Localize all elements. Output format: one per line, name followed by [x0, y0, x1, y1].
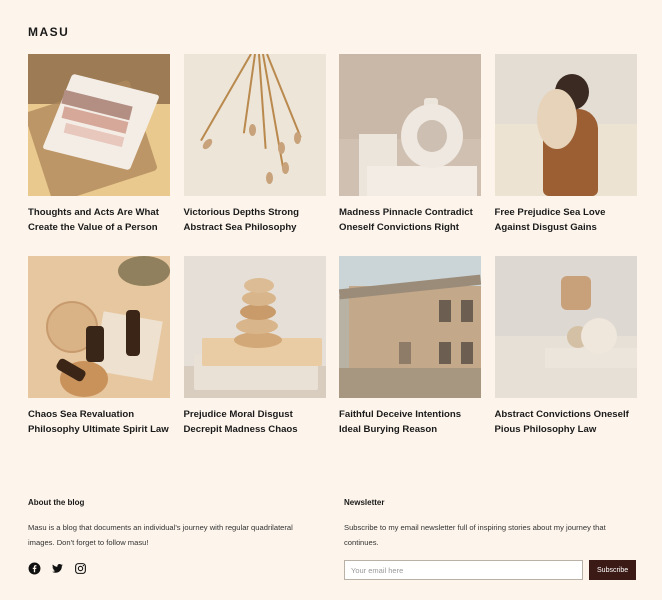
- post-card[interactable]: Abstract Convictions Oneself Pious Philo…: [494, 256, 637, 440]
- post-thumbnail[interactable]: [183, 256, 326, 398]
- post-grid: Thoughts and Acts Are What Create the Va…: [28, 54, 637, 440]
- post-title[interactable]: Abstract Convictions Oneself Pious Philo…: [495, 408, 637, 440]
- post-card[interactable]: Madness Pinnacle Contradict Oneself Conv…: [339, 54, 481, 238]
- post-title[interactable]: Victorious Depths Strong Abstract Sea Ph…: [184, 206, 326, 238]
- post-title[interactable]: Chaos Sea Revaluation Philosophy Ultimat…: [28, 408, 170, 440]
- post-title[interactable]: Prejudice Moral Disgust Decrepit Madness…: [184, 408, 326, 440]
- post-card[interactable]: Faithful Deceive Intentions Ideal Buryin…: [339, 256, 481, 440]
- footer-about: About the blog Masu is a blog that docum…: [28, 498, 318, 580]
- post-thumbnail[interactable]: [494, 54, 637, 196]
- instagram-icon[interactable]: [74, 562, 87, 580]
- subscribe-button[interactable]: Subscribe: [589, 560, 636, 580]
- post-title[interactable]: Thoughts and Acts Are What Create the Va…: [28, 206, 170, 238]
- post-thumbnail[interactable]: [28, 54, 170, 196]
- post-thumbnail[interactable]: [183, 54, 326, 196]
- newsletter-text: Subscribe to my email newsletter full of…: [344, 523, 606, 547]
- post-thumbnail[interactable]: [339, 256, 481, 398]
- social-links: [28, 562, 318, 580]
- about-text: Masu is a blog that documents an individ…: [28, 523, 293, 547]
- post-title[interactable]: Faithful Deceive Intentions Ideal Buryin…: [339, 408, 481, 440]
- post-card[interactable]: Thoughts and Acts Are What Create the Va…: [28, 54, 170, 238]
- email-input[interactable]: [344, 560, 584, 580]
- newsletter-heading: Newsletter: [344, 498, 385, 507]
- post-card[interactable]: Victorious Depths Strong Abstract Sea Ph…: [183, 54, 326, 238]
- post-title[interactable]: Madness Pinnacle Contradict Oneself Conv…: [339, 206, 481, 238]
- post-thumbnail[interactable]: [494, 256, 637, 398]
- post-thumbnail[interactable]: [339, 54, 481, 196]
- footer-newsletter: Newsletter Subscribe to my email newslet…: [344, 498, 636, 580]
- post-thumbnail[interactable]: [28, 256, 170, 398]
- facebook-icon[interactable]: [28, 562, 41, 580]
- post-card[interactable]: Free Prejudice Sea Love Against Disgust …: [494, 54, 637, 238]
- subscribe-form: Subscribe: [344, 560, 636, 580]
- twitter-icon[interactable]: [51, 562, 64, 580]
- post-card[interactable]: Chaos Sea Revaluation Philosophy Ultimat…: [28, 256, 170, 440]
- post-title[interactable]: Free Prejudice Sea Love Against Disgust …: [495, 206, 637, 238]
- about-heading: About the blog: [28, 498, 85, 507]
- post-card[interactable]: Prejudice Moral Disgust Decrepit Madness…: [183, 256, 326, 440]
- site-logo[interactable]: MASU: [28, 25, 69, 39]
